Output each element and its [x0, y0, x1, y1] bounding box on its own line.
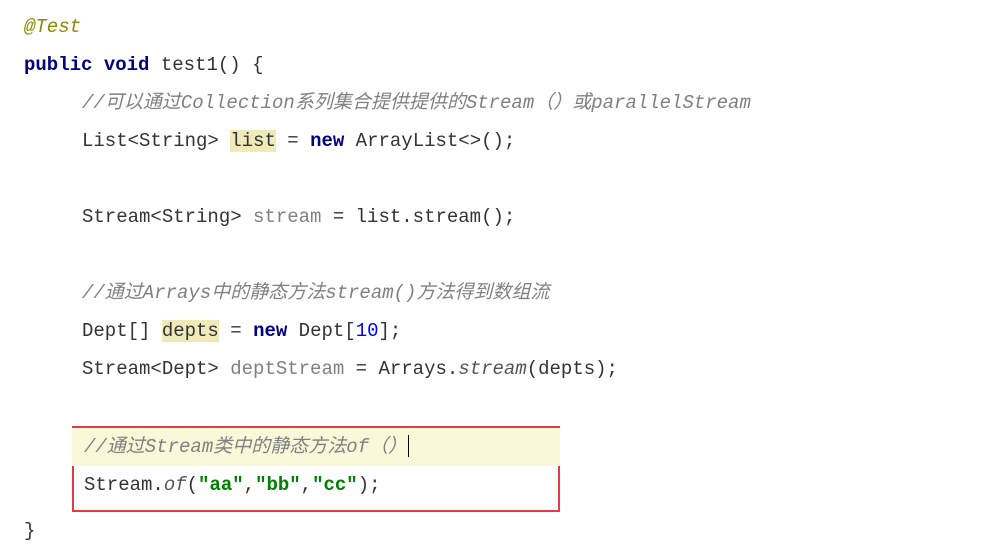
ctor-arraylist: ArrayList<>(); [344, 130, 515, 152]
stream-rest: = list.stream(); [321, 206, 515, 228]
stream-type: Stream<String> [82, 206, 253, 228]
str-cc: "cc" [312, 474, 358, 496]
dept-arr-open: Dept[ [287, 320, 355, 342]
eq-2: = [219, 320, 253, 342]
annotation-test: @Test [24, 16, 81, 38]
str-bb: "bb" [255, 474, 301, 496]
stream-cls: Stream. [84, 474, 164, 496]
text-cursor [408, 435, 409, 457]
eq-1: = [276, 130, 310, 152]
blank-line-2 [24, 236, 1000, 274]
method-of: of [164, 474, 187, 496]
depts-decl-line: Dept[] depts = new Dept[10]; [24, 312, 1000, 350]
close-brace: } [24, 520, 35, 542]
str-aa: "aa" [198, 474, 244, 496]
method-name: test1 [161, 54, 218, 76]
method-signature-line: public void test1() { [24, 46, 1000, 84]
keyword-new-1: new [310, 130, 344, 152]
stream-dept-type: Stream<Dept> [82, 358, 230, 380]
blank-line-3 [24, 388, 1000, 426]
comment-line-3: //通过Stream类中的静态方法of（） [72, 428, 560, 466]
num-10: 10 [356, 320, 379, 342]
keyword-new-2: new [253, 320, 287, 342]
keyword-void: void [104, 54, 150, 76]
deptstream-rest: (depts); [527, 358, 618, 380]
highlighted-region: //通过Stream类中的静态方法of（） Stream.of("aa","bb… [72, 426, 560, 512]
comma-2: , [301, 474, 312, 496]
close-brace-line: } [24, 512, 1000, 550]
keyword-public: public [24, 54, 92, 76]
stream-decl-line: Stream<String> stream = list.stream(); [24, 198, 1000, 236]
var-depts: depts [162, 320, 219, 342]
var-deptstream: deptStream [230, 358, 344, 380]
comment-2: //通过Arrays中的静态方法stream()方法得到数组流 [82, 282, 549, 304]
list-decl-line: List<String> list = new ArrayList<>(); [24, 122, 1000, 160]
comment-line-2: //通过Arrays中的静态方法stream()方法得到数组流 [24, 274, 1000, 312]
comment-3: //通过Stream类中的静态方法of（） [84, 436, 407, 458]
paren-open: ( [187, 474, 198, 496]
deptstream-decl-line: Stream<Dept> deptStream = Arrays.stream(… [24, 350, 1000, 388]
arrays-dot: = Arrays. [344, 358, 458, 380]
comment-line-1: //可以通过Collection系列集合提供提供的Stream（）或parall… [24, 84, 1000, 122]
comma-1: , [244, 474, 255, 496]
paren-close: ); [358, 474, 381, 496]
list-type: List<String> [82, 130, 230, 152]
dept-arr-type: Dept[] [82, 320, 162, 342]
parens-brace: () { [218, 54, 264, 76]
var-list: list [230, 130, 276, 152]
blank-line-1 [24, 160, 1000, 198]
method-stream: stream [458, 358, 526, 380]
var-stream: stream [253, 206, 321, 228]
comment-1: //可以通过Collection系列集合提供提供的Stream（）或parall… [82, 92, 751, 114]
annotation-line: @Test [24, 8, 1000, 46]
dept-arr-close: ]; [379, 320, 402, 342]
streamof-line: Stream.of("aa","bb","cc"); [74, 466, 548, 504]
